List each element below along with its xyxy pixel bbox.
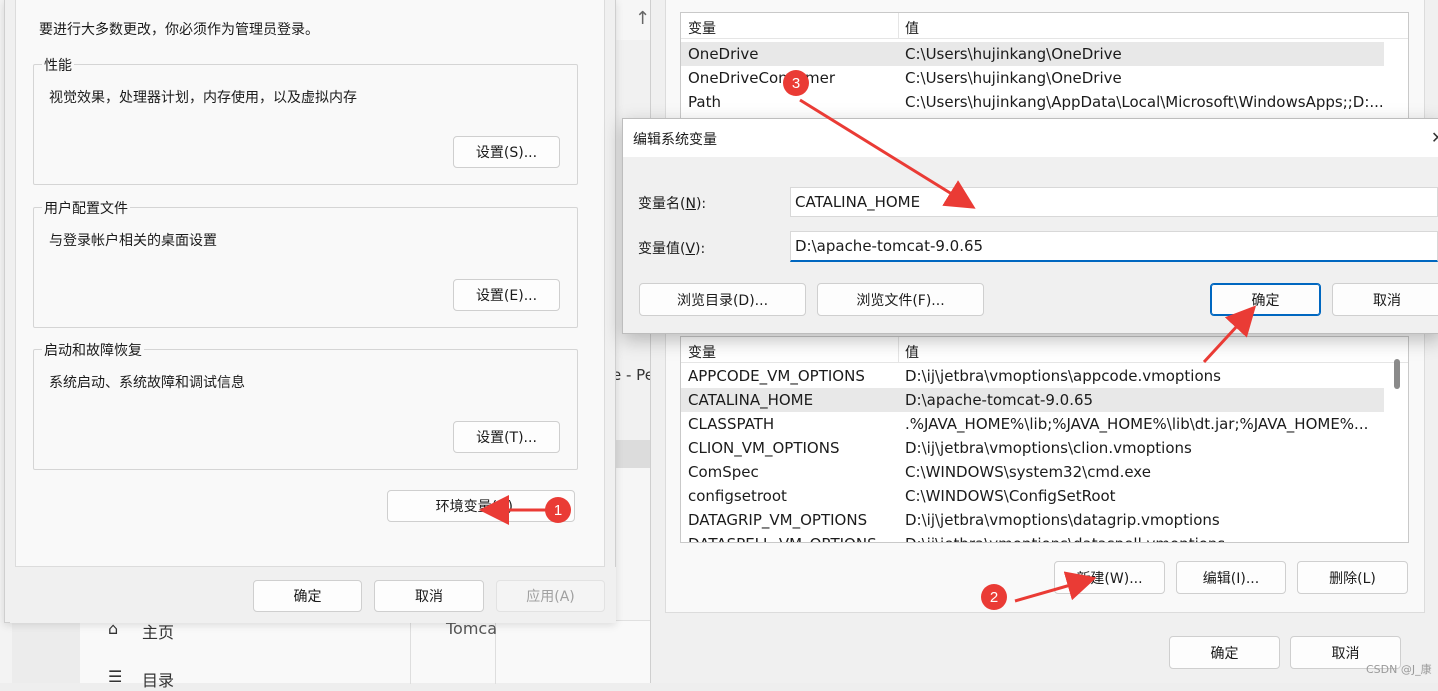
- annotation-arrow-ok: [1202, 305, 1257, 364]
- annotation-badge-3: 3: [783, 70, 809, 96]
- watermark: CSDN @J_康: [1366, 663, 1432, 676]
- annotation-arrows: [479, 98, 1257, 603]
- annotation-badge-1: 1: [545, 497, 571, 523]
- annotation-arrow-3: [799, 98, 976, 209]
- annotation-arrow-2: [1014, 571, 1097, 603]
- annotation-badge-2: 2: [981, 584, 1007, 610]
